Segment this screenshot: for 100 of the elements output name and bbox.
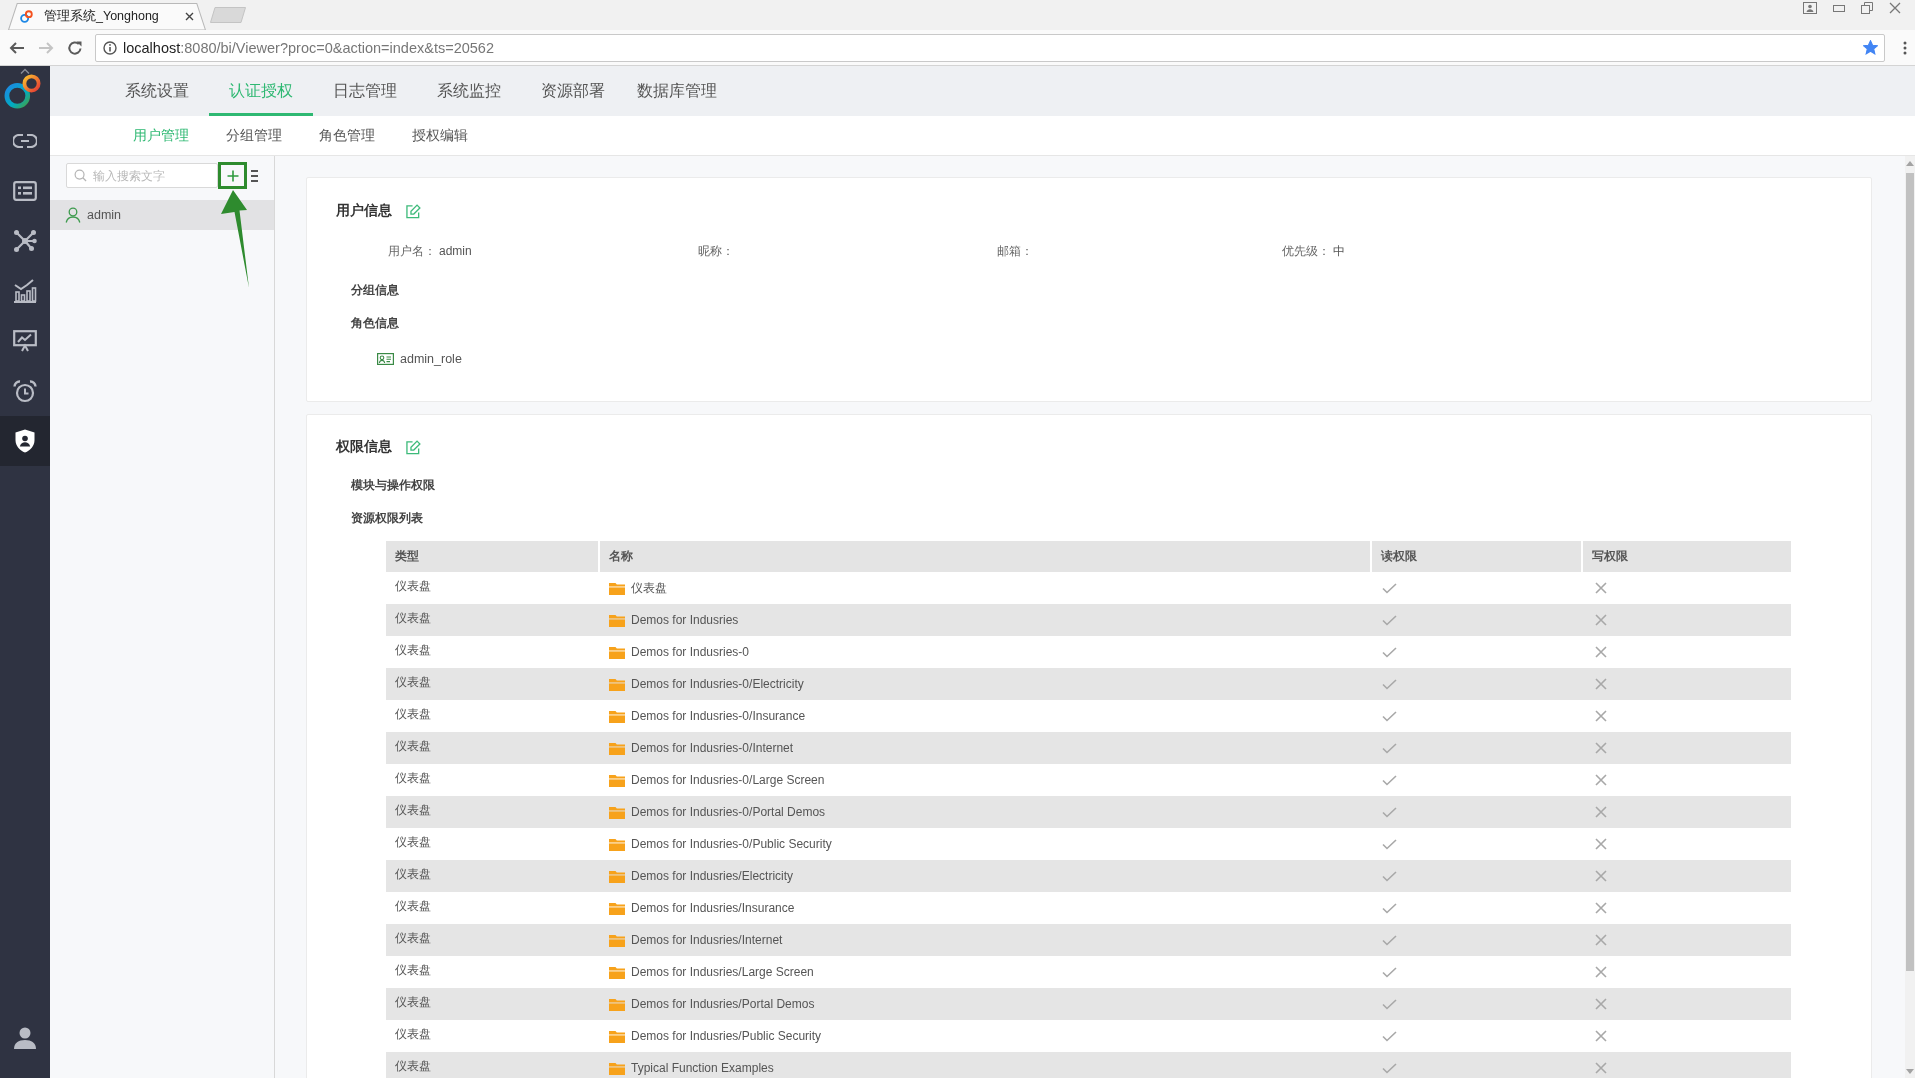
folder-icon <box>609 677 625 691</box>
resource-name: Demos for Indusries-0/Public Security <box>631 837 832 851</box>
folder-icon <box>609 773 625 787</box>
folder-icon <box>609 965 625 979</box>
url-text: localhost:8080/bi/Viewer?proc=0&action=index&ts=20562 <box>123 39 494 56</box>
sub-nav-tab[interactable]: 授权编辑 <box>393 116 486 155</box>
resource-name: Demos for Indusries/Internet <box>631 933 783 947</box>
folder-icon <box>609 709 625 723</box>
list-menu-icon[interactable] <box>251 169 258 182</box>
table-cell-text: 仪表盘 <box>394 609 432 627</box>
bookmark-star-icon[interactable] <box>1863 40 1878 55</box>
table-cell-text: 仪表盘 <box>394 801 432 819</box>
folder-icon <box>609 837 625 851</box>
table-cell-text: 仪表盘 <box>394 673 432 691</box>
resource-name: Demos for Indusries/Public Security <box>631 1029 822 1043</box>
table-cell-text: 仪表盘 <box>394 705 432 723</box>
field-label: 邮箱： <box>997 242 1033 260</box>
sidebar-item[interactable] <box>0 416 50 466</box>
resource-name: Demos for Indusries-0/Insurance <box>631 709 806 723</box>
nav-tab[interactable]: 系统设置 <box>105 66 209 116</box>
folder-icon <box>609 613 625 627</box>
browser-menu-icon[interactable] <box>1903 40 1907 55</box>
nav-tab[interactable]: 系统监控 <box>417 66 521 116</box>
resource-name: 仪表盘 <box>631 579 667 597</box>
nav-tab[interactable]: 日志管理 <box>313 66 417 116</box>
minimize-icon[interactable] <box>1833 2 1845 14</box>
resource-name: Demos for Indusries-0/Portal Demos <box>631 805 826 819</box>
sub-nav-tab[interactable]: 角色管理 <box>300 116 393 155</box>
resource-name: Demos for Indusries-0/Electricity <box>631 677 804 691</box>
resource-name: Demos for Indusries-0 <box>631 645 750 659</box>
resource-name: Demos for Indusries <box>631 613 739 627</box>
field-value: admin <box>439 244 472 258</box>
user-avatar-icon[interactable] <box>14 1027 36 1049</box>
favicon-icon <box>20 10 33 23</box>
column-header: 读权限 <box>1370 541 1581 572</box>
folder-icon <box>609 933 625 947</box>
resource-heading: 资源权限列表 <box>351 510 423 527</box>
resource-name: Demos for Indusries/Portal Demos <box>631 997 815 1011</box>
field-label: 优先级： <box>1282 242 1330 260</box>
chevron-up-icon[interactable] <box>20 68 30 74</box>
alarm-clock-icon <box>13 379 37 403</box>
close-window-icon[interactable] <box>1889 2 1901 14</box>
user-name: admin <box>87 208 122 222</box>
link-icon <box>13 134 37 148</box>
address-bar[interactable]: localhost:8080/bi/Viewer?proc=0&action=index&ts=20562 <box>95 33 1885 62</box>
back-arrow-icon[interactable] <box>9 39 25 56</box>
nav-tab[interactable]: 资源部署 <box>521 66 625 116</box>
profile-icon[interactable] <box>1803 2 1817 14</box>
folder-icon <box>609 581 625 595</box>
nav-tab[interactable]: 数据库管理 <box>625 66 729 116</box>
search-field[interactable]: 输入搜索文字 <box>66 163 218 188</box>
table-cell-text: 仪表盘 <box>394 737 432 755</box>
role-name: admin_role <box>400 352 462 366</box>
resource-name: Demos for Indusries/Electricity <box>631 869 794 883</box>
table-cell-text: 仪表盘 <box>394 865 432 883</box>
resource-name: Demos for Indusries/Large Screen <box>631 965 814 979</box>
logo-icon <box>4 74 42 110</box>
table-cell-text: 仪表盘 <box>394 641 432 659</box>
table-cell-text: 仪表盘 <box>394 993 432 1011</box>
browser-tab[interactable]: 管理系统_Yonghong <box>8 3 206 30</box>
section-title: 权限信息 <box>336 438 392 456</box>
table-cell-text: 仪表盘 <box>394 577 432 595</box>
table-cell-text: 仪表盘 <box>394 929 432 947</box>
group-heading: 分组信息 <box>351 282 399 299</box>
field-label: 用户名： <box>388 242 436 260</box>
close-icon[interactable] <box>185 12 194 21</box>
folder-icon <box>609 901 625 915</box>
folder-icon <box>609 741 625 755</box>
sub-nav-tab[interactable]: 分组管理 <box>207 116 300 155</box>
folder-icon <box>609 1061 625 1075</box>
column-header: 名称 <box>598 541 1370 572</box>
folder-icon <box>609 869 625 883</box>
info-icon[interactable] <box>103 40 117 55</box>
folder-icon <box>609 805 625 819</box>
presentation-board-icon <box>13 330 37 352</box>
table-cell-text: 仪表盘 <box>394 769 432 787</box>
add-button[interactable] <box>218 162 247 189</box>
restore-icon[interactable] <box>1861 2 1873 14</box>
bar-chart-icon <box>13 279 37 303</box>
scrollbar-thumb[interactable] <box>1906 173 1914 971</box>
person-icon <box>65 207 81 223</box>
table-cell-text: 仪表盘 <box>394 833 432 851</box>
reload-icon[interactable] <box>67 39 83 56</box>
folder-icon <box>609 645 625 659</box>
resource-name: Typical Function Examples <box>631 1061 774 1075</box>
column-header: 写权限 <box>1581 541 1791 572</box>
resource-name: Demos for Indusries/Insurance <box>631 901 795 915</box>
shield-user-icon <box>15 429 35 453</box>
resource-name: Demos for Indusries-0/Large Screen <box>631 773 825 787</box>
user-list-item[interactable]: admin <box>50 200 274 230</box>
folder-icon <box>609 1029 625 1043</box>
plus-icon <box>226 169 239 182</box>
network-icon <box>13 229 37 253</box>
table-cell-text: 仪表盘 <box>394 1057 432 1075</box>
field-label: 昵称： <box>698 242 734 260</box>
search-icon <box>74 169 87 182</box>
list-card-icon <box>13 181 37 201</box>
resource-name: Demos for Indusries-0/Internet <box>631 741 794 755</box>
column-header: 类型 <box>386 541 598 572</box>
section-title: 用户信息 <box>336 202 392 220</box>
